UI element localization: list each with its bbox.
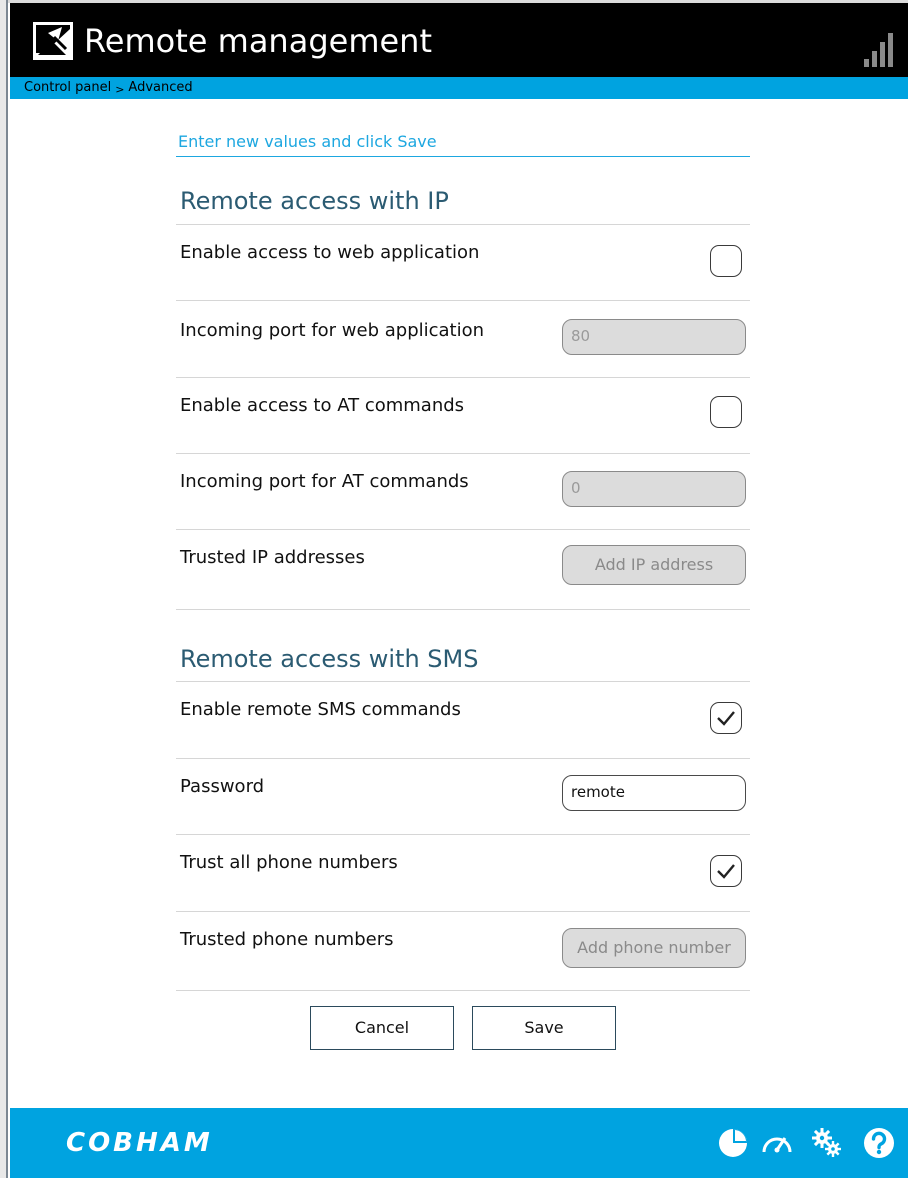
checkmark-icon (717, 864, 735, 879)
row-trust-all-phones: Trust all phone numbers (176, 834, 750, 912)
row-trusted-phones: Trusted phone numbers Add phone number (176, 911, 750, 989)
trust-all-phones-checkbox[interactable] (710, 855, 742, 887)
row-trusted-ip: Trusted IP addresses Add IP address (176, 529, 750, 610)
breadcrumb-bar: Control panel > Advanced (10, 77, 908, 99)
web-port-input[interactable]: 80 (562, 319, 746, 355)
breadcrumb-item-advanced[interactable]: Advanced (128, 80, 192, 95)
form-instructions: Enter new values and click Save (176, 128, 750, 157)
row-web-port: Incoming port for web application 80 (176, 300, 750, 378)
breadcrumb: Control panel > Advanced (24, 79, 193, 97)
remote-management-form: Enter new values and click Save Remote a… (176, 128, 750, 1050)
enable-at-access-label: Enable access to AT commands (180, 395, 465, 416)
row-at-port: Incoming port for AT commands 0 (176, 453, 750, 530)
signal-strength-icon (864, 33, 893, 67)
window-left-border (0, 0, 8, 1178)
enable-sms-label: Enable remote SMS commands (180, 699, 461, 720)
page-title: Remote management (84, 22, 432, 60)
form-bottom-divider (176, 990, 750, 991)
speedometer-icon[interactable] (760, 1126, 794, 1160)
password-input[interactable]: remote (562, 775, 746, 811)
at-port-label: Incoming port for AT commands (180, 471, 469, 492)
trusted-ip-label: Trusted IP addresses (180, 547, 365, 568)
enable-web-access-checkbox[interactable] (710, 245, 742, 277)
add-phone-number-button[interactable]: Add phone number (562, 928, 746, 968)
settings-gears-icon[interactable] (810, 1126, 844, 1160)
web-port-label: Incoming port for web application (180, 320, 485, 341)
row-password: Password remote (176, 758, 750, 835)
help-icon[interactable] (862, 1126, 896, 1160)
row-enable-web-access: Enable access to web application (176, 224, 750, 301)
pie-chart-icon[interactable] (716, 1126, 750, 1160)
section-title-remote-sms: Remote access with SMS (180, 645, 479, 673)
row-enable-at-access: Enable access to AT commands (176, 377, 750, 454)
satellite-dish-icon (33, 22, 73, 60)
section-divider (176, 609, 750, 610)
at-port-input[interactable]: 0 (562, 471, 746, 507)
section-title-remote-ip: Remote access with IP (180, 187, 449, 215)
trusted-phones-label: Trusted phone numbers (180, 929, 394, 950)
password-label: Password (180, 776, 265, 797)
app-footer: COBHAM (10, 1108, 908, 1178)
checkmark-icon (717, 711, 735, 726)
enable-web-access-label: Enable access to web application (180, 242, 480, 263)
add-ip-address-button[interactable]: Add IP address (562, 545, 746, 585)
enable-sms-checkbox[interactable] (710, 702, 742, 734)
app-header: Remote management (10, 3, 908, 77)
save-button[interactable]: Save (472, 1006, 616, 1050)
breadcrumb-item-control-panel[interactable]: Control panel (24, 80, 111, 95)
trust-all-phones-label: Trust all phone numbers (180, 852, 398, 873)
cancel-button[interactable]: Cancel (310, 1006, 454, 1050)
enable-at-access-checkbox[interactable] (710, 396, 742, 428)
breadcrumb-separator: > (115, 83, 125, 96)
row-enable-sms: Enable remote SMS commands (176, 681, 750, 759)
brand-logo: COBHAM (66, 1128, 213, 1158)
